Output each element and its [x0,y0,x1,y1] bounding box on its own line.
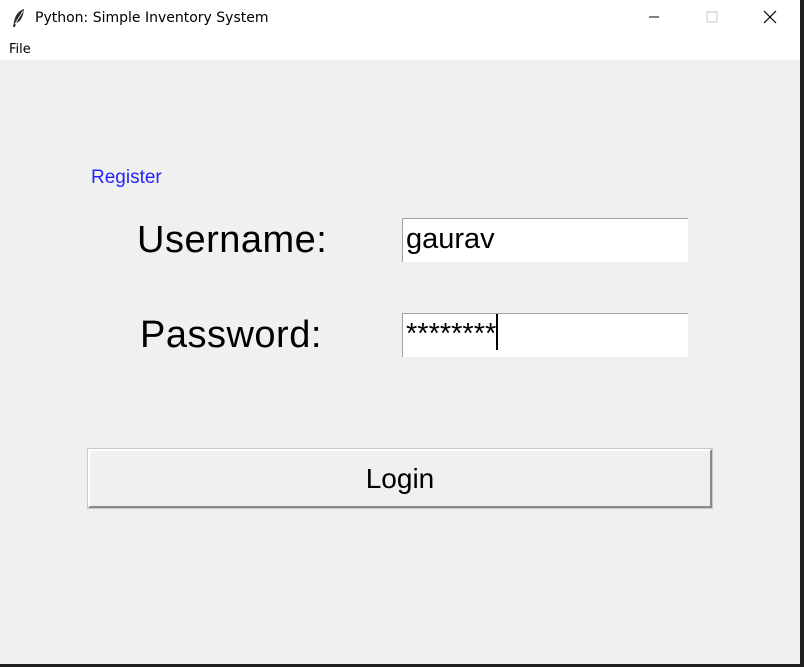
window-title: Python: Simple Inventory System [35,10,269,26]
username-value: gaurav [406,223,495,255]
app-window: Python: Simple Inventory System File Reg… [0,0,800,664]
maximize-icon [706,10,718,28]
username-input[interactable]: gaurav [402,218,688,262]
username-label: Username: [137,219,328,261]
menu-file[interactable]: File [9,42,31,57]
password-value: ******** [406,318,497,350]
title-bar[interactable]: Python: Simple Inventory System [0,0,800,38]
minimize-icon [648,10,660,28]
maximize-button[interactable] [683,0,741,38]
minimize-button[interactable] [625,0,683,38]
text-cursor [496,314,499,351]
password-input[interactable]: ******** [402,313,688,357]
feather-icon [10,8,28,28]
login-button-label: Login [365,462,435,494]
desktop-background-right [800,0,804,667]
register-link[interactable]: Register [91,167,162,189]
close-button[interactable] [741,0,799,38]
password-label: Password: [140,314,322,356]
login-button[interactable]: Login [87,448,713,509]
menu-bar: File [0,38,800,60]
close-icon [763,10,777,29]
